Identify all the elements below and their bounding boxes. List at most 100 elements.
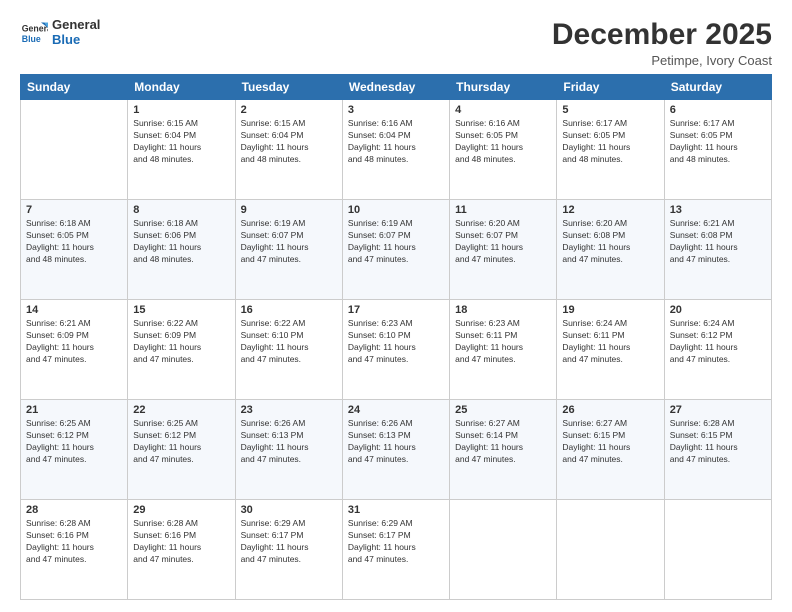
- cell-info: Sunrise: 6:15 AM Sunset: 6:04 PM Dayligh…: [133, 118, 229, 166]
- calendar-week-4: 21 Sunrise: 6:25 AM Sunset: 6:12 PM Dayli…: [21, 400, 772, 500]
- day-number: 3: [348, 104, 444, 116]
- table-cell: 5Sunrise: 6:17 AM Sunset: 6:05 PM Daylig…: [557, 100, 664, 200]
- header: General Blue General Blue December 2025 …: [20, 18, 772, 68]
- calendar-table: Sunday Monday Tuesday Wednesday Thursday…: [20, 74, 772, 600]
- table-cell: 16 Sunrise: 6:22 AM Sunset: 6:10 PM Dayli…: [235, 300, 342, 400]
- cell-info: Sunrise: 6:28 AM Sunset: 6:16 PM Dayligh…: [26, 518, 122, 566]
- day-number: 7: [26, 204, 122, 216]
- cell-info: Sunrise: 6:25 AM Sunset: 6:12 PM Dayligh…: [133, 418, 229, 466]
- table-cell: 8 Sunrise: 6:18 AM Sunset: 6:06 PM Daylig…: [128, 200, 235, 300]
- table-cell: 23Sunrise: 6:26 AM Sunset: 6:13 PM Dayli…: [235, 400, 342, 500]
- logo-blue: Blue: [52, 33, 100, 48]
- table-cell: 19 Sunrise: 6:24 AM Sunset: 6:11 PM Dayli…: [557, 300, 664, 400]
- table-cell: 10Sunrise: 6:19 AM Sunset: 6:07 PM Dayli…: [342, 200, 449, 300]
- calendar-week-5: 28 Sunrise: 6:28 AM Sunset: 6:16 PM Dayli…: [21, 500, 772, 600]
- day-number: 2: [241, 104, 337, 116]
- cell-info: Sunrise: 6:20 AM Sunset: 6:07 PM Dayligh…: [455, 218, 551, 266]
- day-number: 13: [670, 204, 766, 216]
- table-cell: 3Sunrise: 6:16 AM Sunset: 6:04 PM Daylig…: [342, 100, 449, 200]
- day-number: 18: [455, 304, 551, 316]
- table-cell: 18 Sunrise: 6:23 AM Sunset: 6:11 PM Dayli…: [450, 300, 557, 400]
- day-number: 27: [670, 404, 766, 416]
- table-cell: 11Sunrise: 6:20 AM Sunset: 6:07 PM Dayli…: [450, 200, 557, 300]
- day-number: 20: [670, 304, 766, 316]
- cell-info: Sunrise: 6:17 AM Sunset: 6:05 PM Dayligh…: [670, 118, 766, 166]
- table-cell: 2 Sunrise: 6:15 AM Sunset: 6:04 PM Daylig…: [235, 100, 342, 200]
- title-block: December 2025 Petimpe, Ivory Coast: [552, 18, 772, 68]
- svg-text:Blue: Blue: [22, 34, 41, 44]
- day-number: 16: [241, 304, 337, 316]
- table-cell: 29Sunrise: 6:28 AM Sunset: 6:16 PM Dayli…: [128, 500, 235, 600]
- col-thursday: Thursday: [450, 75, 557, 100]
- day-number: 28: [26, 504, 122, 516]
- cell-info: Sunrise: 6:15 AM Sunset: 6:04 PM Dayligh…: [241, 118, 337, 166]
- day-number: 24: [348, 404, 444, 416]
- month-title: December 2025: [552, 18, 772, 51]
- day-number: 21: [26, 404, 122, 416]
- cell-info: Sunrise: 6:22 AM Sunset: 6:10 PM Dayligh…: [241, 318, 337, 366]
- cell-info: Sunrise: 6:19 AM Sunset: 6:07 PM Dayligh…: [241, 218, 337, 266]
- table-cell: 25 Sunrise: 6:27 AM Sunset: 6:14 PM Dayli…: [450, 400, 557, 500]
- calendar-week-3: 14Sunrise: 6:21 AM Sunset: 6:09 PM Dayli…: [21, 300, 772, 400]
- table-cell: 4 Sunrise: 6:16 AM Sunset: 6:05 PM Daylig…: [450, 100, 557, 200]
- cell-info: Sunrise: 6:25 AM Sunset: 6:12 PM Dayligh…: [26, 418, 122, 466]
- day-number: 5: [562, 104, 658, 116]
- location: Petimpe, Ivory Coast: [552, 53, 772, 68]
- table-cell: 9 Sunrise: 6:19 AM Sunset: 6:07 PM Daylig…: [235, 200, 342, 300]
- table-cell: 17Sunrise: 6:23 AM Sunset: 6:10 PM Dayli…: [342, 300, 449, 400]
- table-cell: 24 Sunrise: 6:26 AM Sunset: 6:13 PM Dayli…: [342, 400, 449, 500]
- table-cell: 20 Sunrise: 6:24 AM Sunset: 6:12 PM Dayli…: [664, 300, 771, 400]
- day-number: 25: [455, 404, 551, 416]
- table-cell: [450, 500, 557, 600]
- day-number: 31: [348, 504, 444, 516]
- cell-info: Sunrise: 6:21 AM Sunset: 6:08 PM Dayligh…: [670, 218, 766, 266]
- col-monday: Monday: [128, 75, 235, 100]
- calendar-week-1: 1Sunrise: 6:15 AM Sunset: 6:04 PM Daylig…: [21, 100, 772, 200]
- table-cell: 7 Sunrise: 6:18 AM Sunset: 6:05 PM Daylig…: [21, 200, 128, 300]
- table-cell: 28 Sunrise: 6:28 AM Sunset: 6:16 PM Dayli…: [21, 500, 128, 600]
- cell-info: Sunrise: 6:24 AM Sunset: 6:11 PM Dayligh…: [562, 318, 658, 366]
- cell-info: Sunrise: 6:23 AM Sunset: 6:11 PM Dayligh…: [455, 318, 551, 366]
- cell-info: Sunrise: 6:18 AM Sunset: 6:05 PM Dayligh…: [26, 218, 122, 266]
- cell-info: Sunrise: 6:29 AM Sunset: 6:17 PM Dayligh…: [348, 518, 444, 566]
- day-number: 10: [348, 204, 444, 216]
- table-cell: 21 Sunrise: 6:25 AM Sunset: 6:12 PM Dayli…: [21, 400, 128, 500]
- col-saturday: Saturday: [664, 75, 771, 100]
- day-number: 30: [241, 504, 337, 516]
- table-cell: 1Sunrise: 6:15 AM Sunset: 6:04 PM Daylig…: [128, 100, 235, 200]
- cell-info: Sunrise: 6:18 AM Sunset: 6:06 PM Dayligh…: [133, 218, 229, 266]
- calendar-week-2: 7 Sunrise: 6:18 AM Sunset: 6:05 PM Daylig…: [21, 200, 772, 300]
- day-number: 23: [241, 404, 337, 416]
- cell-info: Sunrise: 6:27 AM Sunset: 6:14 PM Dayligh…: [455, 418, 551, 466]
- cell-info: Sunrise: 6:21 AM Sunset: 6:09 PM Dayligh…: [26, 318, 122, 366]
- cell-info: Sunrise: 6:22 AM Sunset: 6:09 PM Dayligh…: [133, 318, 229, 366]
- day-number: 8: [133, 204, 229, 216]
- cell-info: Sunrise: 6:26 AM Sunset: 6:13 PM Dayligh…: [348, 418, 444, 466]
- day-number: 15: [133, 304, 229, 316]
- day-number: 19: [562, 304, 658, 316]
- day-number: 17: [348, 304, 444, 316]
- table-cell: 15 Sunrise: 6:22 AM Sunset: 6:09 PM Dayli…: [128, 300, 235, 400]
- col-friday: Friday: [557, 75, 664, 100]
- day-number: 12: [562, 204, 658, 216]
- table-cell: 12 Sunrise: 6:20 AM Sunset: 6:08 PM Dayli…: [557, 200, 664, 300]
- table-cell: 27 Sunrise: 6:28 AM Sunset: 6:15 PM Dayli…: [664, 400, 771, 500]
- cell-info: Sunrise: 6:28 AM Sunset: 6:15 PM Dayligh…: [670, 418, 766, 466]
- cell-info: Sunrise: 6:27 AM Sunset: 6:15 PM Dayligh…: [562, 418, 658, 466]
- calendar-header-row: Sunday Monday Tuesday Wednesday Thursday…: [21, 75, 772, 100]
- cell-info: Sunrise: 6:20 AM Sunset: 6:08 PM Dayligh…: [562, 218, 658, 266]
- logo: General Blue General Blue: [20, 18, 100, 48]
- table-cell: [21, 100, 128, 200]
- day-number: 9: [241, 204, 337, 216]
- table-cell: 26Sunrise: 6:27 AM Sunset: 6:15 PM Dayli…: [557, 400, 664, 500]
- logo-icon: General Blue: [20, 19, 48, 47]
- table-cell: 31 Sunrise: 6:29 AM Sunset: 6:17 PM Dayli…: [342, 500, 449, 600]
- table-cell: 22Sunrise: 6:25 AM Sunset: 6:12 PM Dayli…: [128, 400, 235, 500]
- table-cell: [557, 500, 664, 600]
- col-tuesday: Tuesday: [235, 75, 342, 100]
- table-cell: 14Sunrise: 6:21 AM Sunset: 6:09 PM Dayli…: [21, 300, 128, 400]
- cell-info: Sunrise: 6:24 AM Sunset: 6:12 PM Dayligh…: [670, 318, 766, 366]
- table-cell: 13 Sunrise: 6:21 AM Sunset: 6:08 PM Dayli…: [664, 200, 771, 300]
- day-number: 4: [455, 104, 551, 116]
- cell-info: Sunrise: 6:16 AM Sunset: 6:05 PM Dayligh…: [455, 118, 551, 166]
